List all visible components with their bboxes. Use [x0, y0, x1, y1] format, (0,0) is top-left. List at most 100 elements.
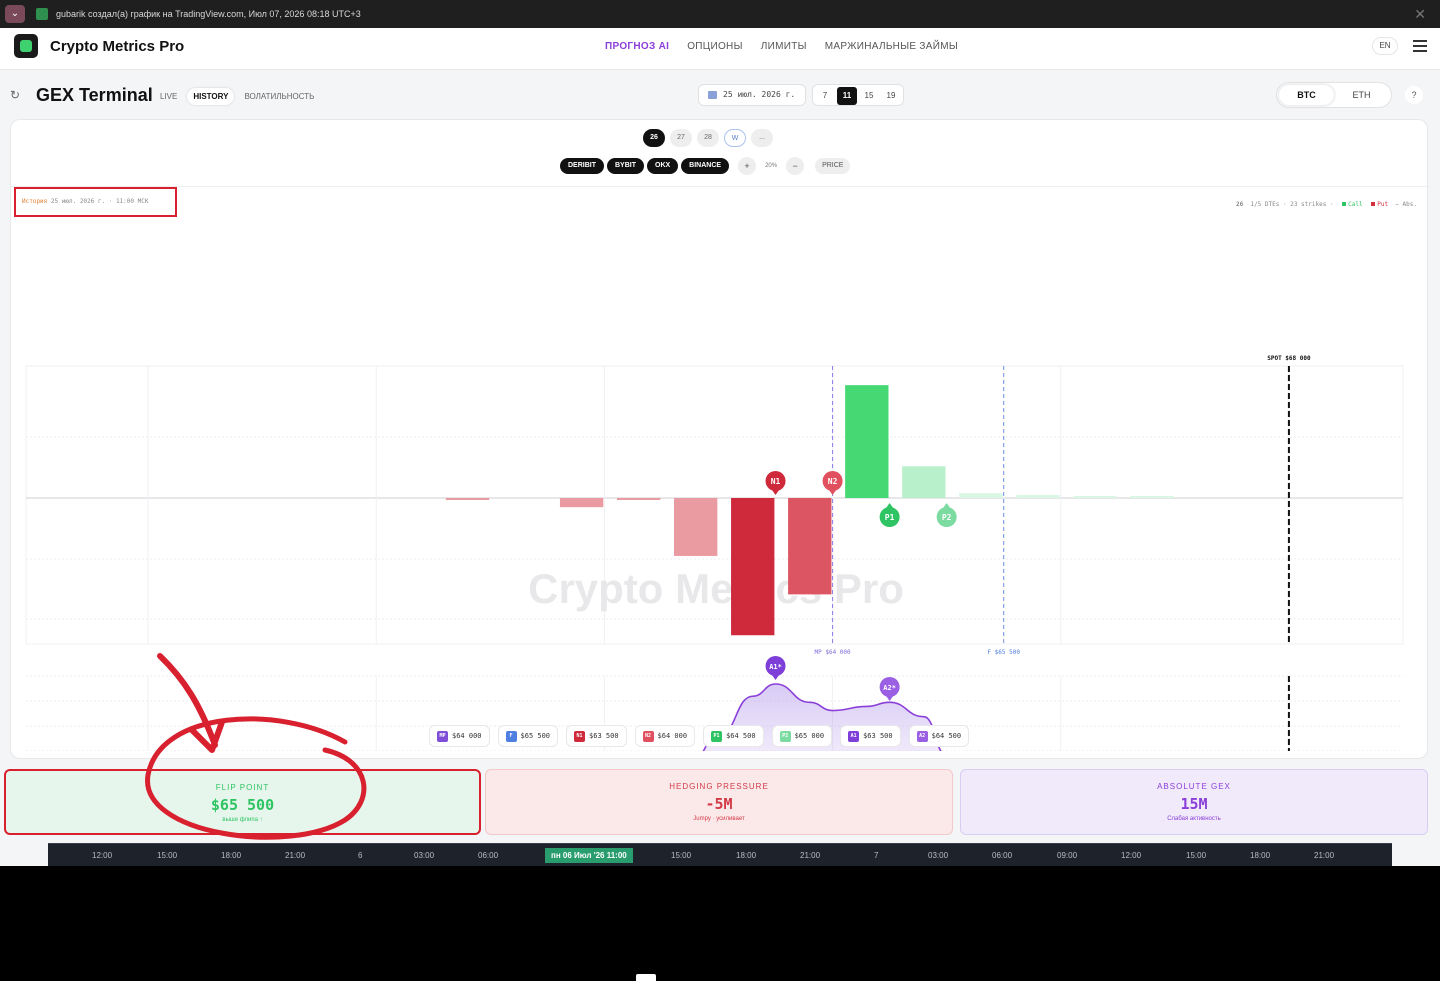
hedging-pressure-note: Jumpy · усиливает [693, 816, 745, 822]
nav-link-limits[interactable]: ЛИМИТЫ [761, 41, 807, 52]
day-option-active[interactable]: 11 [837, 87, 857, 105]
mode-tabs: LIVE HISTORY ВОЛАТИЛЬНОСТЬ [154, 88, 320, 105]
tab-history[interactable]: HISTORY [187, 88, 235, 105]
level-chip-a2[interactable]: A2 $64 500 [908, 725, 970, 747]
timeline-tick: 03:00 [928, 851, 949, 860]
timeline-tick: 21:00 [800, 851, 821, 860]
gex-bar [1130, 496, 1174, 498]
chart-info-expiry: 26 [1235, 201, 1244, 208]
nav-link-margin-loans[interactable]: МАРЖИНАЛЬНЫЕ ЗАЙМЫ [825, 41, 958, 52]
level-chip-n1[interactable]: N1 $63 500 [566, 725, 627, 747]
bottom-handle[interactable] [636, 974, 656, 981]
expiry-option[interactable]: 27 [670, 129, 692, 147]
tab-live[interactable]: LIVE [154, 88, 183, 105]
timeline-tick: 18:00 [221, 851, 242, 860]
coin-eth[interactable]: ETH [1334, 85, 1389, 105]
gex-bar [788, 498, 832, 595]
level-value: $65 000 [794, 732, 825, 740]
level-tag: N1 [574, 730, 586, 742]
timeline-tick: 18:00 [736, 851, 757, 860]
day-option[interactable]: 15 [859, 87, 879, 105]
level-chip-p2[interactable]: P2 $65 000 [771, 725, 833, 747]
timeline-tick: 21:00 [1314, 851, 1335, 860]
coin-btc[interactable]: BTC [1279, 85, 1334, 105]
date-picker[interactable]: 25 июл. 2026 г. [698, 84, 806, 106]
marker-label: N1 [771, 477, 781, 486]
level-chip-a1[interactable]: A1 $63 500 [840, 725, 901, 747]
day-option[interactable]: 19 [881, 87, 901, 105]
gex-bar [1016, 494, 1060, 498]
exchange-deribit[interactable]: DERIBIT [560, 158, 604, 174]
legend-call: Call [1348, 201, 1363, 208]
expiry-selector: 26 27 28 W ... [643, 129, 773, 147]
brand-name[interactable]: Crypto Metrics Pro [50, 38, 184, 55]
price-toggle[interactable]: PRICE [815, 158, 851, 174]
timeline-tick: 21:00 [285, 851, 306, 860]
level-value: $65 500 [520, 732, 551, 740]
expiry-option-active[interactable]: 26 [643, 129, 665, 147]
nav-links: ПРОГНОЗ AI ОПЦИОНЫ ЛИМИТЫ МАРЖИНАЛЬНЫЕ З… [605, 41, 958, 52]
level-tag: P1 [711, 730, 723, 742]
timeline-tick: 12:00 [1121, 851, 1142, 860]
level-value: $63 500 [863, 732, 893, 740]
tradingview-timeline[interactable]: 12:00 15:00 18:00 21:00 6 03:00 06:00 15:00 18:0… [48, 843, 1392, 866]
refresh-icon[interactable]: ↻ [10, 88, 20, 102]
max-pain-label: MP $64 000 [815, 649, 852, 656]
abs-marker-2: A2* [879, 677, 900, 701]
level-tag: P2 [779, 730, 791, 742]
zoom-out-button[interactable]: − [786, 157, 805, 175]
timeline-current-time: пн 06 Июл '26 11:00 [545, 848, 633, 863]
exchange-bybit[interactable]: BYBIT [607, 158, 644, 174]
marker-label: A1* [769, 663, 782, 671]
gex-marker-p1: P1 [879, 503, 900, 527]
language-switch[interactable]: EN [1372, 37, 1398, 55]
close-icon[interactable]: ✕ [1414, 6, 1426, 23]
expiry-option[interactable]: 28 [697, 129, 719, 147]
gex-bar [674, 498, 718, 556]
level-value: $64 500 [931, 732, 962, 740]
timeline-tick: 09:00 [1057, 851, 1078, 860]
logo-icon[interactable] [14, 34, 38, 58]
expiry-more-button[interactable]: ... [751, 129, 773, 147]
gex-bar [731, 498, 775, 636]
hamburger-menu-icon[interactable] [1413, 40, 1427, 52]
gex-marker-p2: P2 [936, 503, 957, 527]
zoom-in-button[interactable]: + [738, 157, 757, 175]
level-legend: MP $64 000 F $65 500 N1 $63 500 N2 $64 000 P1 $64… [429, 725, 970, 747]
level-tag: A2 [916, 730, 928, 742]
page-title: GEX Terminal [36, 85, 153, 105]
history-label: История [22, 198, 48, 205]
exchange-okx[interactable]: OKX [647, 158, 679, 174]
help-button[interactable]: ? [1405, 86, 1423, 104]
marker-label: A2* [883, 684, 896, 692]
level-chip-n2[interactable]: N2 $64 000 [634, 725, 696, 747]
date-value: 25 июл. 2026 г. [723, 90, 796, 99]
gex-marker-n1: N1 [765, 471, 786, 495]
timeline-tick: 06:00 [992, 851, 1013, 860]
history-time: 25 июл. 2026 г. · 11:00 МСК [50, 198, 149, 205]
timeline-tick: 06:00 [478, 851, 499, 860]
chevron-down-icon[interactable]: ⌄ [5, 5, 25, 23]
hedging-pressure-value: -5M [705, 795, 733, 813]
exchange-filters: DERIBIT BYBIT OKX BINANCE + 20% − PRICE [560, 157, 851, 175]
exchange-binance[interactable]: BINANCE [681, 158, 730, 174]
tab-volatility[interactable]: ВОЛАТИЛЬНОСТЬ [238, 88, 320, 105]
tradingview-title: gubarik создал(а) график на TradingView.… [56, 9, 361, 19]
legend-put: Put [1377, 201, 1389, 208]
calendar-icon [708, 91, 717, 99]
timeline-tick: 7 [874, 851, 879, 860]
level-chip-p1[interactable]: P1 $64 500 [703, 725, 764, 747]
level-tag: A1 [848, 730, 860, 742]
nav-link-options[interactable]: ОПЦИОНЫ [687, 41, 743, 52]
nav-link-forecast-ai[interactable]: ПРОГНОЗ AI [605, 41, 669, 52]
expiry-option-weekly[interactable]: W [724, 129, 746, 147]
history-timestamp: История 25 июл. 2026 г. · 11:00 МСК [14, 187, 177, 217]
spot-label: SPOT $68 000 [1267, 355, 1311, 362]
level-value: $64 000 [657, 732, 688, 740]
gex-bar [1073, 496, 1117, 498]
day-option[interactable]: 7 [815, 87, 835, 105]
marker-label: P1 [885, 513, 895, 522]
gex-bar [959, 493, 1003, 498]
timeline-tick: 6 [358, 851, 363, 860]
gex-marker-n2: N2 [822, 471, 843, 495]
